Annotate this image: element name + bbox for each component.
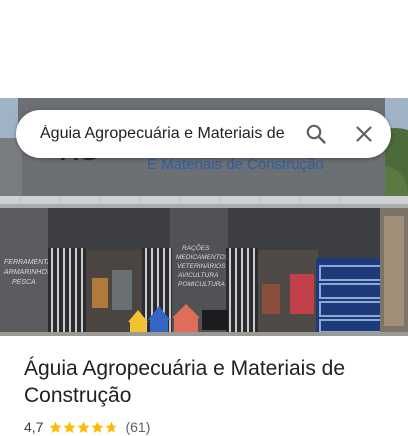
center-wall-line-1: RAÇÕES [182,243,210,252]
star-icon [91,421,104,433]
place-title: Águia Agropecuária e Materiais de Constr… [24,357,346,407]
close-icon [356,126,372,142]
center-wall-line-5: POMICULTURA [178,281,225,288]
search-icon [306,124,326,144]
star-icon [49,421,62,433]
star-icon [77,421,90,433]
star-rating [49,421,119,434]
star-icon [105,421,118,433]
center-wall-line-3: VETERINÁRIOS [177,261,226,270]
left-wall-line-3: PESCA [12,279,36,286]
search-bar [16,110,391,158]
place-panel: AG E Materiais de Construção FERRAMENTAS… [0,0,408,436]
center-wall-line-2: MEDICAMENTOS [176,254,230,261]
search-input[interactable] [40,125,287,143]
rating-row[interactable]: 4,7 (61) [24,418,150,436]
left-wall-line-2: ARMARINHOS [3,269,52,276]
center-wall-line-4: AVICULTURA [177,272,218,279]
review-count[interactable]: (61) [125,419,150,435]
clear-search-button[interactable] [344,114,384,154]
star-icon [63,421,76,433]
photo-sign-text: E Materiais de Construção [147,156,324,173]
search-button[interactable] [296,114,336,154]
rating-value: 4,7 [24,419,44,435]
